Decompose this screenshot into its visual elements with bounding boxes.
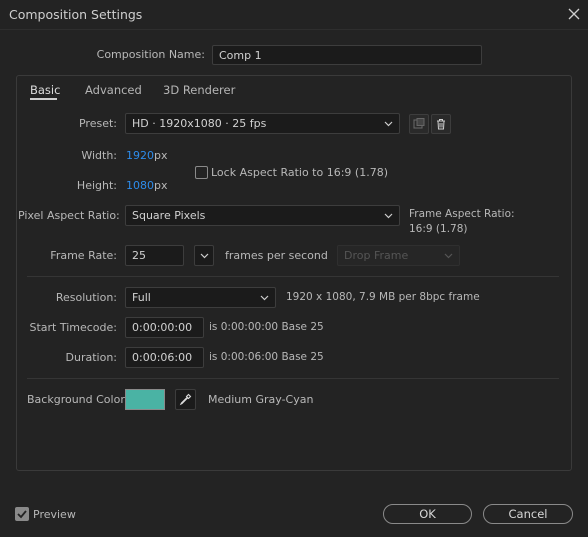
width-label: Width: [81, 149, 117, 162]
lock-aspect-checkbox[interactable] [195, 166, 208, 179]
save-preset-button[interactable] [409, 114, 429, 134]
save-preset-icon [413, 118, 425, 129]
cancel-button[interactable]: Cancel [483, 504, 573, 524]
height-unit: px [154, 179, 168, 192]
pixel-aspect-value: Square Pixels [132, 209, 206, 222]
composition-name-input[interactable]: Comp 1 [212, 45, 482, 65]
drop-frame-dropdown[interactable]: Drop Frame [337, 245, 460, 266]
start-timecode-input[interactable]: 0:00:00:00 [125, 317, 204, 338]
chevron-down-icon [260, 295, 269, 300]
frame-rate-unit: frames per second [225, 249, 328, 262]
checkmark-icon [17, 510, 27, 519]
tab-advanced[interactable]: Advanced [85, 83, 142, 97]
eyedropper-button[interactable] [175, 389, 196, 410]
pixel-aspect-dropdown[interactable]: Square Pixels [125, 205, 400, 226]
delete-preset-button[interactable] [431, 114, 451, 134]
start-timecode-info: is 0:00:00:00 Base 25 [209, 321, 324, 333]
chevron-down-icon [384, 121, 393, 126]
close-icon[interactable] [564, 4, 584, 24]
trash-icon [437, 119, 445, 130]
duration-info: is 0:00:06:00 Base 25 [209, 351, 324, 363]
resolution-info: 1920 x 1080, 7.9 MB per 8bpc frame [286, 291, 480, 303]
frame-aspect-value: 16:9 (1.78) [409, 223, 468, 235]
chevron-down-icon [444, 253, 453, 258]
frame-rate-input[interactable]: 25 [125, 245, 184, 266]
duration-label: Duration: [65, 351, 117, 364]
window-title: Composition Settings [9, 7, 143, 22]
settings-panel [16, 75, 572, 471]
tab-3d-renderer[interactable]: 3D Renderer [163, 83, 235, 97]
drop-frame-value: Drop Frame [344, 249, 409, 262]
pixel-aspect-label: Pixel Aspect Ratio: [18, 209, 120, 222]
resolution-label: Resolution: [55, 291, 117, 304]
resolution-value: Full [132, 291, 151, 304]
tab-basic[interactable]: Basic [30, 83, 60, 97]
frame-aspect-label: Frame Aspect Ratio: [409, 208, 515, 220]
chevron-down-icon [200, 253, 208, 258]
background-color-name: Medium Gray-Cyan [208, 393, 314, 406]
resolution-dropdown[interactable]: Full [125, 287, 276, 308]
background-color-label: Background Color: [27, 393, 129, 406]
duration-input[interactable]: 0:00:06:00 [125, 347, 204, 368]
start-timecode-label: Start Timecode: [29, 321, 117, 334]
divider [27, 378, 559, 379]
width-unit: px [154, 149, 168, 162]
ok-button[interactable]: OK [383, 504, 472, 524]
frame-rate-label: Frame Rate: [50, 249, 117, 262]
chevron-down-icon [384, 213, 393, 218]
divider [27, 276, 559, 277]
eyedropper-icon [179, 393, 192, 406]
preset-value: HD · 1920x1080 · 25 fps [132, 117, 267, 130]
preview-label: Preview [33, 508, 76, 521]
height-label: Height: [76, 179, 117, 192]
active-tab-indicator [30, 98, 57, 100]
frame-rate-dropdown-button[interactable] [194, 245, 214, 266]
height-value[interactable]: 1080 [126, 179, 154, 192]
lock-aspect-label: Lock Aspect Ratio to 16:9 (1.78) [211, 166, 388, 179]
preset-label: Preset: [78, 117, 117, 130]
background-color-swatch[interactable] [125, 389, 165, 410]
width-value[interactable]: 1920 [126, 149, 154, 162]
preset-dropdown[interactable]: HD · 1920x1080 · 25 fps [125, 113, 400, 134]
composition-name-label: Composition Name: [96, 48, 205, 61]
preview-checkbox[interactable] [15, 507, 29, 521]
